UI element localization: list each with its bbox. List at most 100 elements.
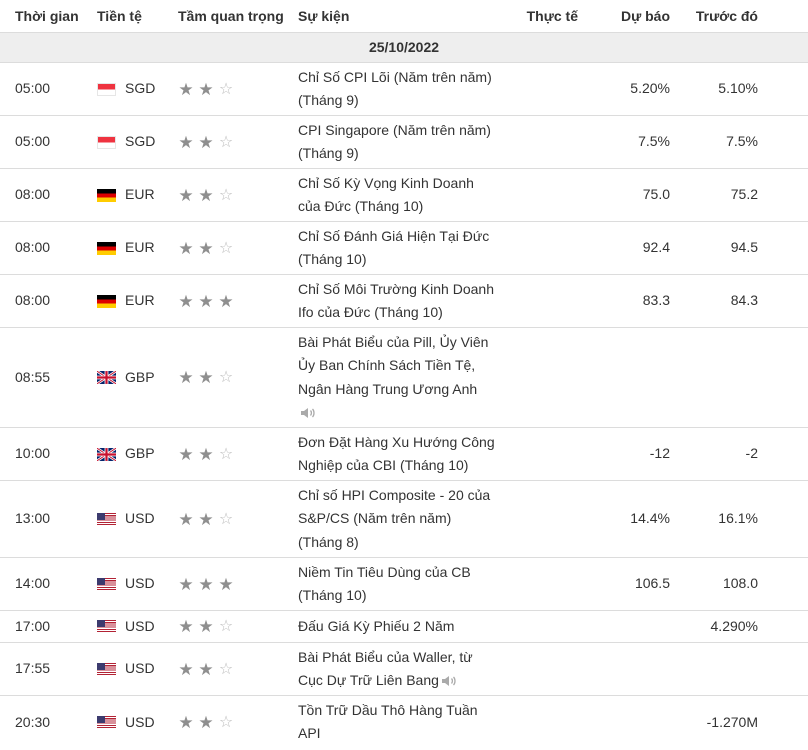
event-row[interactable]: 10:00 GBP ★ ★ ☆ Đơn Đặt Hàng Xu Hướng Công Ngh… (0, 427, 808, 481)
event-title-line[interactable]: (Tháng 9) (298, 145, 359, 161)
event-importance: ★ ★ ★ (178, 274, 298, 328)
event-name[interactable]: Bài Phát Biểu của Pill, Ủy Viên Ủy Ban Ch… (298, 327, 513, 428)
de-flag-icon (97, 241, 116, 255)
event-row[interactable]: 08:55 GBP ★ ★ ☆ Bài Phát Biểu của Pill, Ủy Vi… (0, 327, 808, 428)
event-currency: GBP (97, 327, 178, 428)
event-actual (513, 480, 578, 558)
event-forecast (578, 642, 670, 696)
event-title-line[interactable]: Nghiệp của CBI (Tháng 10) (298, 457, 468, 473)
event-time: 08:00 (0, 221, 97, 275)
event-name[interactable]: Bài Phát Biểu của Waller, từ Cục Dự Trữ L… (298, 642, 513, 696)
event-title-line[interactable]: (Tháng 10) (298, 587, 366, 603)
event-row[interactable]: 05:00 SGD ★ ★ ☆ Chỉ Số CPI Lõi (Năm trên năm)… (0, 62, 808, 116)
event-title-line[interactable]: (Tháng 8) (298, 534, 359, 550)
event-name[interactable]: CPI Singapore (Năm trên năm) (Tháng 9) (298, 115, 513, 169)
star-empty-icon: ☆ (218, 80, 234, 98)
star-empty-icon: ☆ (218, 510, 234, 528)
header-currency[interactable]: Tiền tệ (97, 0, 178, 33)
header-time[interactable]: Thời gian (0, 0, 97, 33)
event-name[interactable]: Chỉ Số CPI Lõi (Năm trên năm) (Tháng 9) (298, 62, 513, 116)
event-title-line[interactable]: Chỉ Số Kỳ Vọng Kinh Doanh (298, 175, 474, 191)
event-title-line[interactable]: Cục Dự Trữ Liên Bang (298, 672, 439, 688)
currency-code: GBP (125, 368, 155, 385)
event-time: 08:55 (0, 327, 97, 428)
event-title-line[interactable]: Đấu Giá Kỳ Phiếu 2 Năm (298, 618, 454, 634)
event-row[interactable]: 08:00 EUR ★ ★ ☆ Chỉ Số Đánh Giá Hiện Tại Đức(… (0, 221, 808, 275)
star-filled-icon: ★ (178, 659, 194, 679)
event-actual (513, 610, 578, 643)
event-title-line[interactable]: S&P/CS (Năm trên năm) (298, 510, 451, 526)
event-row[interactable]: 05:00 SGD ★ ★ ☆ CPI Singapore (Năm trên năm)(… (0, 115, 808, 169)
event-row[interactable]: 14:00 USD ★ ★ ★ Niềm Tin Tiêu Dùng của CB (Thá… (0, 557, 808, 611)
event-title-line[interactable]: Chỉ số HPI Composite - 20 của (298, 487, 490, 503)
star-filled-icon: ★ (198, 509, 214, 529)
currency-code: USD (125, 660, 155, 677)
event-title-line[interactable]: (Tháng 9) (298, 92, 359, 108)
event-row[interactable]: 20:30 USD ★ ★ ☆ Tồn Trữ Dầu Thô Hàng Tuần API -… (0, 695, 808, 749)
event-title-line[interactable]: (Tháng 10) (298, 251, 366, 267)
event-title-line[interactable]: Bài Phát Biểu của Waller, từ (298, 649, 473, 665)
event-currency: USD (97, 695, 178, 749)
star-empty-icon: ☆ (218, 369, 234, 386)
star-filled-icon: ★ (198, 617, 214, 636)
event-time: 20:30 (0, 695, 97, 749)
star-filled-icon: ★ (178, 509, 194, 529)
event-previous: 108.0 (670, 557, 808, 611)
header-forecast[interactable]: Dự báo (578, 0, 670, 33)
event-forecast: 106.5 (578, 557, 670, 611)
de-flag-icon (97, 188, 116, 202)
event-title-line[interactable]: API (298, 725, 321, 741)
event-forecast (578, 610, 670, 643)
event-title-line[interactable]: Chỉ Số CPI Lõi (Năm trên năm) (298, 69, 492, 85)
event-previous: 16.1% (670, 480, 808, 558)
star-filled-icon: ★ (198, 659, 214, 679)
event-name[interactable]: Chỉ số HPI Composite - 20 của S&P/CS (Năm… (298, 480, 513, 558)
event-title-line[interactable]: Ngân Hàng Trung Ương Anh (298, 381, 477, 397)
event-previous: 5.10% (670, 62, 808, 116)
event-name[interactable]: Niềm Tin Tiêu Dùng của CB (Tháng 10) (298, 557, 513, 611)
star-filled-icon: ★ (178, 444, 194, 464)
event-title-line[interactable]: Chỉ Số Môi Trường Kinh Doanh (298, 281, 494, 297)
event-title-line[interactable]: Tồn Trữ Dầu Thô Hàng Tuần (298, 702, 478, 718)
event-importance: ★ ★ ☆ (178, 480, 298, 558)
us-flag-icon (97, 715, 116, 729)
currency-code: EUR (125, 292, 155, 309)
event-title-line[interactable]: Chỉ Số Đánh Giá Hiện Tại Đức (298, 228, 489, 244)
star-filled-icon: ★ (198, 185, 214, 205)
header-actual[interactable]: Thực tế (513, 0, 578, 33)
star-empty-icon: ☆ (218, 713, 234, 731)
event-title-line[interactable]: Bài Phát Biểu của Pill, Ủy Viên (298, 334, 488, 350)
star-filled-icon: ★ (218, 574, 234, 594)
event-row[interactable]: 13:00 USD ★ ★ ☆ Chỉ số HPI Composite - 20 của… (0, 480, 808, 558)
event-importance: ★ ★ ☆ (178, 695, 298, 749)
event-currency: GBP (97, 427, 178, 481)
event-title-line[interactable]: của Đức (Tháng 10) (298, 198, 423, 214)
event-row[interactable]: 08:00 EUR ★ ★ ★ Chỉ Số Môi Trường Kinh Doanh I… (0, 274, 808, 328)
event-title-line[interactable]: Ifo của Đức (Tháng 10) (298, 304, 443, 320)
event-row[interactable]: 17:00 USD ★ ★ ☆ Đấu Giá Kỳ Phiếu 2 Năm 4.290% (0, 610, 808, 643)
event-time: 10:00 (0, 427, 97, 481)
event-name[interactable]: Đấu Giá Kỳ Phiếu 2 Năm (298, 610, 513, 643)
star-filled-icon: ★ (178, 712, 194, 732)
event-name[interactable]: Chỉ Số Kỳ Vọng Kinh Doanh của Đức (Tháng … (298, 168, 513, 222)
star-filled-icon: ★ (198, 368, 214, 387)
star-filled-icon: ★ (198, 712, 214, 732)
event-actual (513, 168, 578, 222)
event-title-line[interactable]: CPI Singapore (Năm trên năm) (298, 122, 491, 138)
header-event[interactable]: Sự kiện (298, 0, 513, 33)
event-name[interactable]: Đơn Đặt Hàng Xu Hướng Công Nghiệp của CBI… (298, 427, 513, 481)
event-name[interactable]: Chỉ Số Đánh Giá Hiện Tại Đức (Tháng 10) (298, 221, 513, 275)
event-title-line[interactable]: Niềm Tin Tiêu Dùng của CB (298, 564, 471, 580)
event-title-line[interactable]: Ủy Ban Chính Sách Tiền Tệ, (298, 357, 475, 373)
header-previous[interactable]: Trước đó (670, 0, 808, 33)
star-filled-icon: ★ (198, 291, 214, 311)
event-importance: ★ ★ ☆ (178, 327, 298, 428)
event-row[interactable]: 17:55 USD ★ ★ ☆ Bài Phát Biểu của Waller, từ C… (0, 642, 808, 696)
event-name[interactable]: Chỉ Số Môi Trường Kinh Doanh Ifo của Đức … (298, 274, 513, 328)
star-filled-icon: ★ (198, 574, 214, 594)
event-time: 17:55 (0, 642, 97, 696)
header-importance[interactable]: Tầm quan trọng (178, 0, 298, 33)
event-name[interactable]: Tồn Trữ Dầu Thô Hàng Tuần API (298, 695, 513, 749)
event-row[interactable]: 08:00 EUR ★ ★ ☆ Chỉ Số Kỳ Vọng Kinh Doanh của … (0, 168, 808, 222)
event-title-line[interactable]: Đơn Đặt Hàng Xu Hướng Công (298, 434, 495, 450)
